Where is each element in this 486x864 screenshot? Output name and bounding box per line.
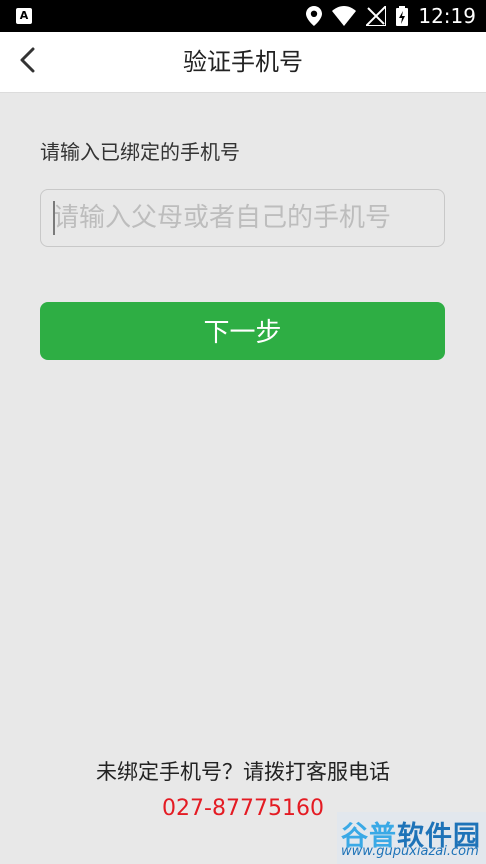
page-title: 验证手机号 <box>183 48 303 76</box>
unbound-hint: 未绑定手机号？请拨打客服电话 <box>96 760 390 784</box>
chevron-left-icon <box>19 47 37 77</box>
watermark-url: www.gupuxiazai.com <box>341 844 479 859</box>
status-bar: A 12:19 <box>0 0 486 32</box>
no-signal-icon <box>366 6 387 26</box>
phone-label: 请输入已绑定的手机号 <box>40 140 240 164</box>
location-icon <box>306 6 323 26</box>
status-icons: 12:19 <box>306 4 476 28</box>
battery-charging-icon <box>396 6 409 26</box>
phone-input[interactable] <box>40 189 445 247</box>
header-bar: 验证手机号 <box>0 32 486 93</box>
back-button[interactable] <box>8 42 48 82</box>
notification-badge-icon: A <box>16 8 32 24</box>
next-step-button[interactable]: 下一步 <box>40 302 445 360</box>
clock: 12:19 <box>418 4 476 28</box>
wifi-icon <box>332 6 357 26</box>
watermark-logo: 谷普软件园 www.gupuxiazai.com <box>337 812 486 864</box>
text-caret <box>53 201 55 235</box>
